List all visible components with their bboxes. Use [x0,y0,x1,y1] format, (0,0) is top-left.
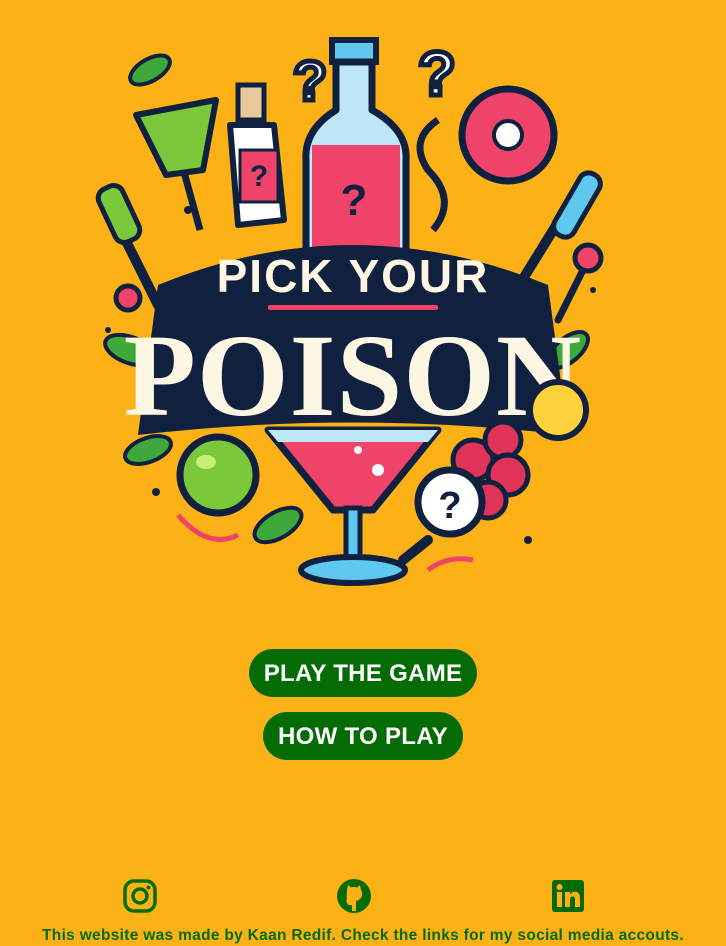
svg-text:?: ? [250,160,268,193]
apple-icon [176,433,260,517]
instagram-link[interactable] [122,878,158,914]
how-to-play-button[interactable]: HOW TO PLAY [263,712,463,760]
github-icon [337,879,371,913]
small-bottle-icon: ? [227,82,287,228]
magnifier-icon: ? [398,466,486,565]
flower-icon [458,85,558,185]
footer-credit-text: This website was made by Kaan Redif. Che… [42,927,684,944]
question-mark-icon: ? [418,40,456,109]
svg-text:?: ? [438,485,461,527]
linkedin-link[interactable] [550,878,586,914]
github-link[interactable] [336,878,372,914]
linkedin-icon [552,880,584,912]
lime-slice-icon [527,379,589,441]
tube-icon [95,183,143,245]
svg-text:?: ? [341,176,368,225]
pick-your-poison-logo: ? ? ? ? PICK YOUR POISON ? [88,30,618,590]
play-game-button[interactable]: PLAY THE GAME [249,649,477,697]
instagram-icon [123,879,157,913]
straw-icon [551,170,603,240]
swirl-icon [416,117,448,233]
logo-line1: PICK YOUR [217,250,490,302]
glass-icon [133,97,219,231]
logo-line2: POISON [124,310,582,441]
question-mark-icon: ? [293,49,327,112]
